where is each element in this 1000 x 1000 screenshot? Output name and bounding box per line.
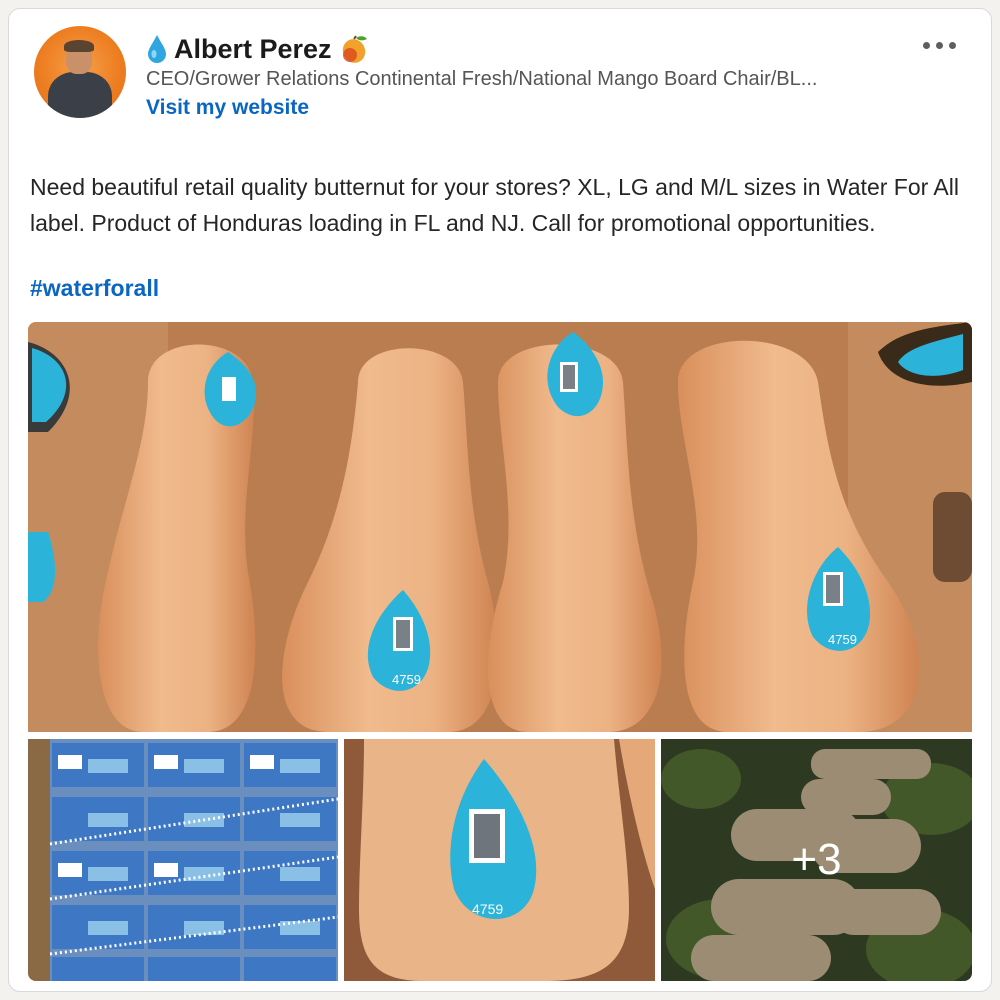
- more-options-icon: [949, 41, 956, 49]
- water-drop-icon: [148, 35, 166, 63]
- sticker-code-text: 4759: [392, 672, 421, 687]
- post-card: Albert Perez CEO/Grower Relations Contin…: [8, 8, 992, 992]
- author-avatar[interactable]: [34, 26, 126, 118]
- author-headline: CEO/Grower Relations Continental Fresh/N…: [146, 68, 818, 90]
- main-photo-butternut[interactable]: 4759 4759: [28, 322, 972, 732]
- thumbnail-field-more[interactable]: +3: [661, 739, 972, 981]
- more-options-button[interactable]: [923, 37, 963, 53]
- more-photos-overlay[interactable]: +3: [661, 739, 972, 981]
- mango-icon: [342, 35, 367, 63]
- more-options-icon: [923, 41, 930, 49]
- post-body-text: Need beautiful retail quality butternut …: [30, 174, 959, 236]
- sticker-closeup-photo: 4759: [344, 739, 655, 981]
- avatar-hair: [64, 40, 94, 52]
- more-photos-count: +3: [791, 835, 842, 884]
- sticker-code-text: 4759: [472, 901, 503, 917]
- thumbnail-boxes[interactable]: [28, 739, 338, 981]
- avatar-body: [48, 72, 112, 118]
- sticker-code-text: 4759: [828, 632, 857, 647]
- visit-website-link[interactable]: Visit my website: [146, 96, 309, 120]
- more-options-icon: [936, 41, 943, 49]
- thumbnail-sticker-closeup[interactable]: 4759: [344, 739, 655, 981]
- author-name-row: Albert Perez: [146, 29, 370, 69]
- author-name[interactable]: Albert Perez: [174, 34, 332, 65]
- hashtag-link[interactable]: #waterforall: [30, 275, 159, 302]
- post-media-grid: 4759 4759 4759 +3: [28, 322, 972, 981]
- boxes-photo: [28, 739, 338, 981]
